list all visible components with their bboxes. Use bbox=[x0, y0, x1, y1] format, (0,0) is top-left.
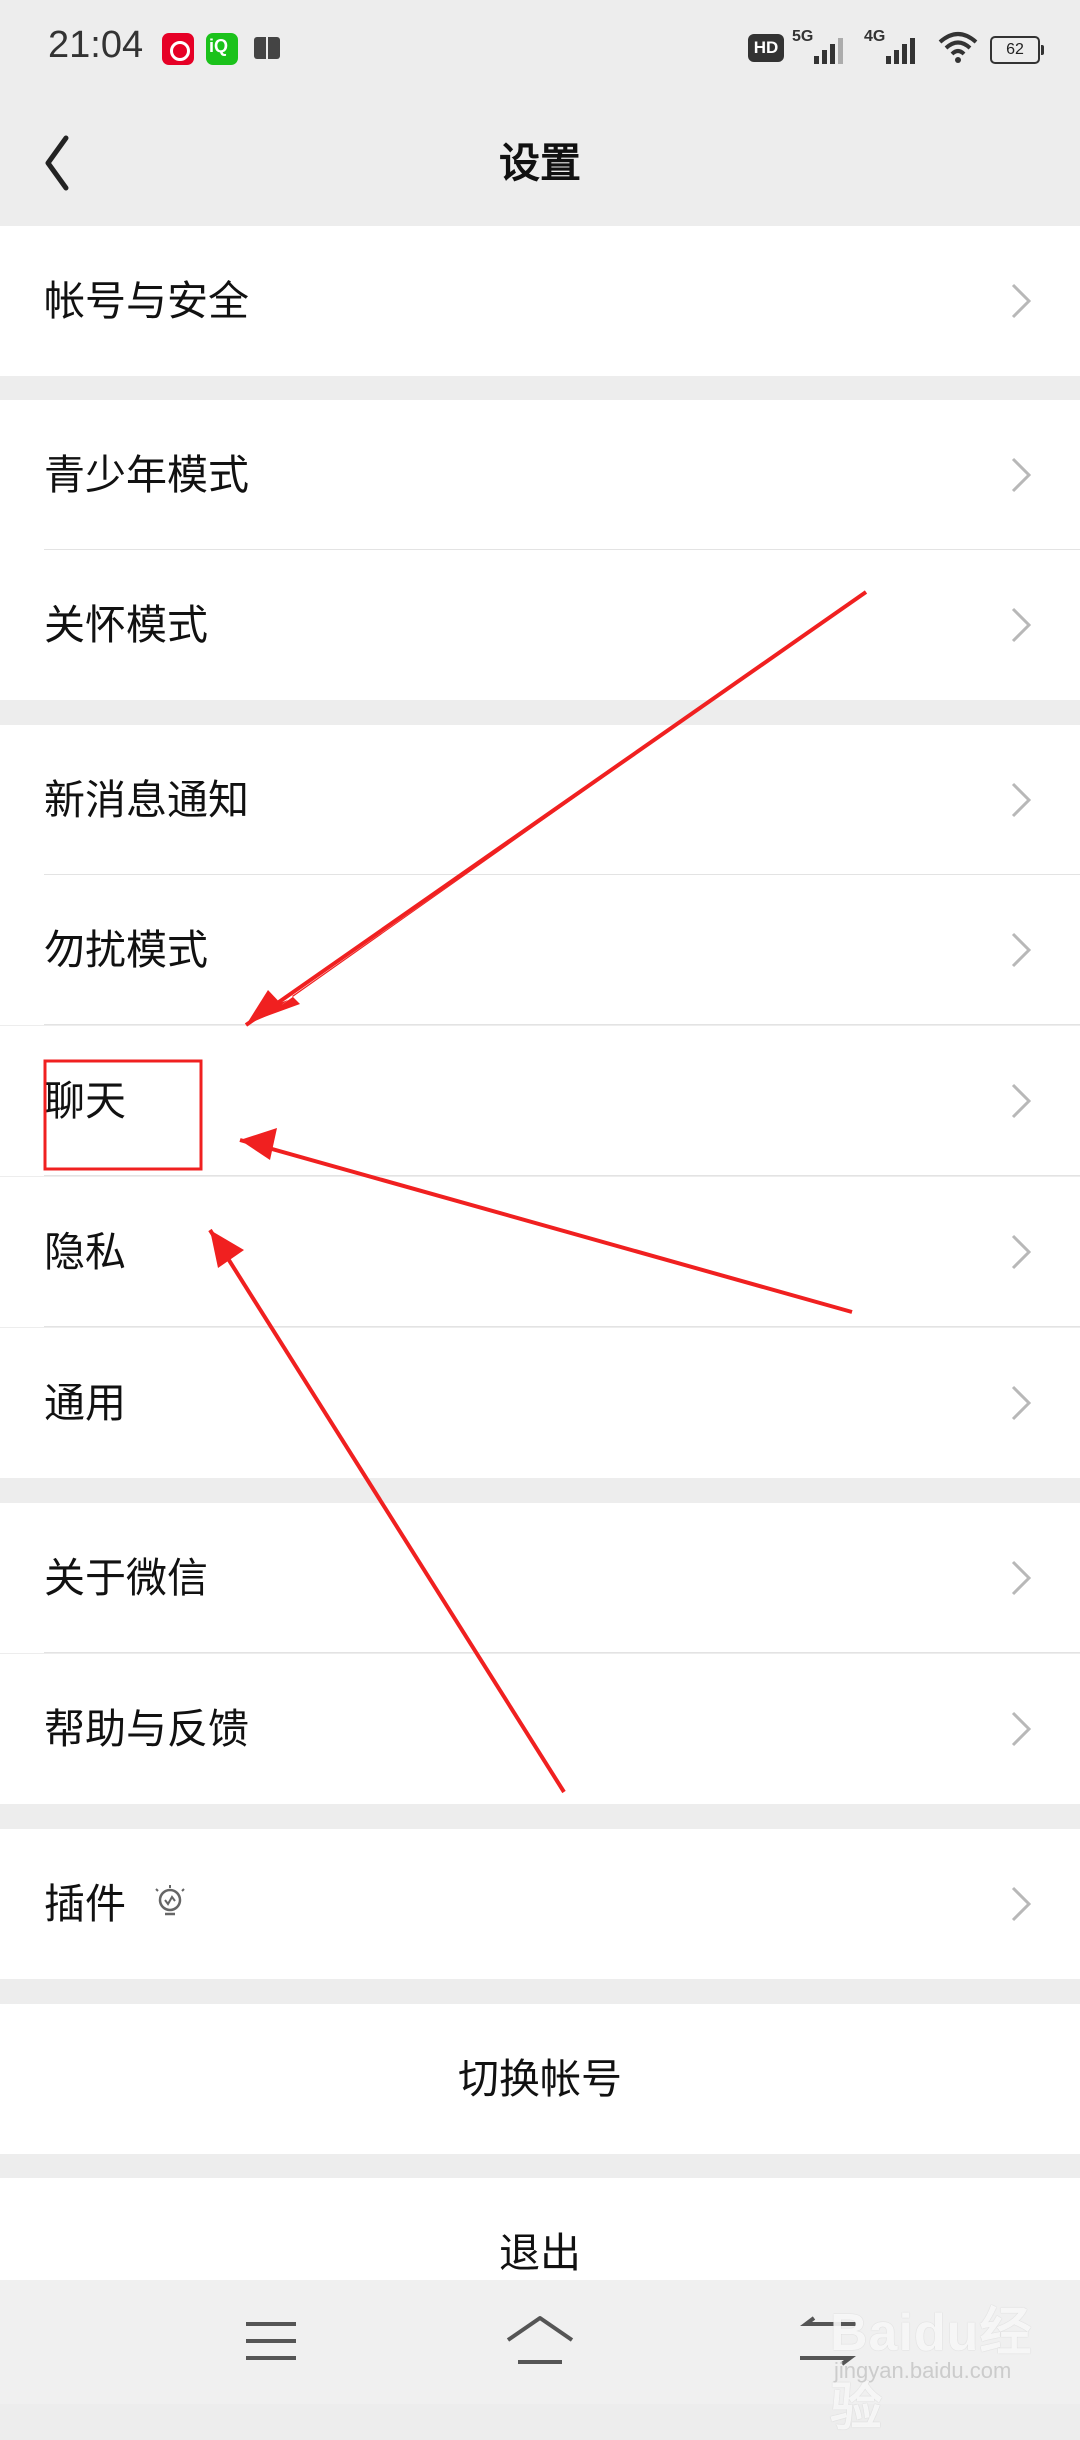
settings-item-label: 关于微信 bbox=[44, 1554, 208, 1602]
reader-app-icon bbox=[252, 33, 282, 65]
divider bbox=[44, 1024, 1080, 1025]
settings-item-new-message-notification[interactable]: 新消息通知 bbox=[0, 725, 1080, 875]
settings-item-label: 帐号与安全 bbox=[44, 277, 249, 325]
divider bbox=[44, 1326, 1080, 1327]
settings-item-label: 勿扰模式 bbox=[44, 926, 208, 974]
chevron-right-icon bbox=[1011, 1560, 1032, 1596]
network-type-4g: 4G bbox=[864, 28, 886, 45]
settings-item-care-mode[interactable]: 关怀模式 bbox=[0, 550, 1080, 700]
recent-apps-icon[interactable] bbox=[244, 2320, 298, 2362]
lightbulb-icon bbox=[155, 1885, 185, 1916]
chevron-right-icon bbox=[1011, 782, 1032, 818]
baidu-jingyan-watermark: Baidu经验 jingyan.baidu.com bbox=[790, 2280, 1060, 2437]
settings-item-do-not-disturb[interactable]: 勿扰模式 bbox=[0, 875, 1080, 1025]
chevron-right-icon bbox=[1011, 1711, 1032, 1747]
settings-item-chat[interactable]: 聊天 bbox=[0, 1026, 1080, 1176]
signal-4g-icon bbox=[886, 36, 922, 64]
settings-item-label: 青少年模式 bbox=[44, 451, 249, 499]
header-bar: 设置 bbox=[0, 100, 1080, 226]
settings-item-youth-mode[interactable]: 青少年模式 bbox=[0, 400, 1080, 550]
settings-item-label: 通用 bbox=[44, 1379, 126, 1427]
switch-account-button[interactable]: 切换帐号 bbox=[0, 2004, 1080, 2154]
iqiyi-icon bbox=[206, 33, 238, 65]
settings-item-privacy[interactable]: 隐私 bbox=[0, 1177, 1080, 1327]
chevron-right-icon bbox=[1011, 1083, 1032, 1119]
chevron-right-icon bbox=[1011, 1886, 1032, 1922]
status-time: 21:04 bbox=[48, 24, 144, 66]
page-title: 设置 bbox=[499, 139, 581, 187]
wifi-icon bbox=[938, 32, 978, 63]
settings-item-label: 新消息通知 bbox=[44, 776, 249, 824]
settings-item-label: 插件 bbox=[44, 1880, 126, 1928]
network-type-5g: 5G bbox=[792, 28, 814, 45]
hd-voice-icon: HD bbox=[748, 34, 784, 62]
settings-item-account-security[interactable]: 帐号与安全 bbox=[0, 226, 1080, 376]
chevron-right-icon bbox=[1011, 932, 1032, 968]
chevron-right-icon bbox=[1011, 1385, 1032, 1421]
chevron-right-icon bbox=[1011, 1234, 1032, 1270]
settings-item-label: 帮助与反馈 bbox=[44, 1705, 249, 1753]
settings-item-label: 隐私 bbox=[44, 1228, 126, 1276]
settings-item-about-wechat[interactable]: 关于微信 bbox=[0, 1503, 1080, 1653]
home-icon[interactable] bbox=[504, 2314, 576, 2368]
watermark-url: jingyan.baidu.com bbox=[834, 2358, 1012, 2383]
settings-item-label: 关怀模式 bbox=[44, 601, 208, 649]
chevron-right-icon bbox=[1011, 283, 1032, 319]
settings-item-general[interactable]: 通用 bbox=[0, 1328, 1080, 1478]
signal-5g-icon bbox=[814, 36, 850, 64]
settings-item-help-feedback[interactable]: 帮助与反馈 bbox=[0, 1654, 1080, 1804]
settings-item-label: 聊天 bbox=[44, 1077, 126, 1125]
netease-music-icon bbox=[162, 33, 194, 65]
status-bar: 21:04 HD 5G 4G 62 bbox=[0, 0, 1080, 100]
chevron-right-icon bbox=[1011, 607, 1032, 643]
chevron-right-icon bbox=[1011, 457, 1032, 493]
divider bbox=[44, 1175, 1080, 1176]
divider bbox=[44, 1652, 1080, 1653]
chevron-left-icon[interactable] bbox=[34, 130, 94, 196]
battery-icon: 62 bbox=[990, 36, 1044, 64]
settings-item-plugins[interactable]: 插件 bbox=[0, 1829, 1080, 1979]
